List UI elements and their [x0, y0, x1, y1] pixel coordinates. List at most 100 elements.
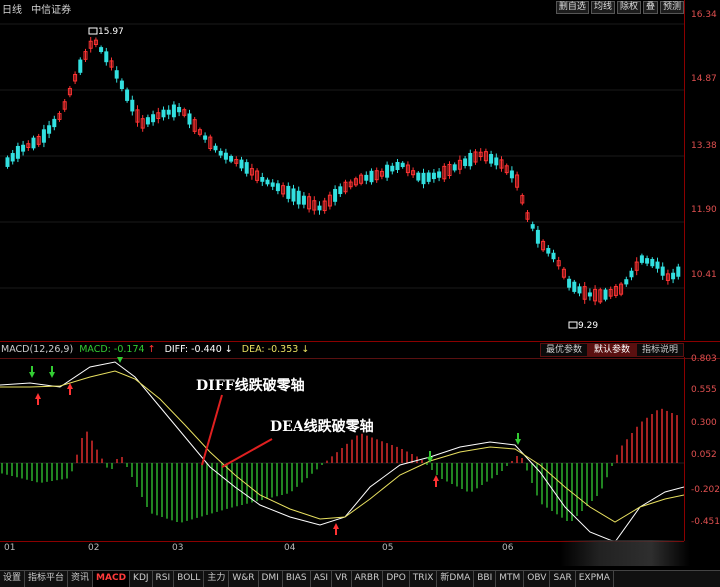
candle-body: [270, 182, 275, 187]
candle-body: [639, 255, 644, 263]
date-tick: 04: [284, 543, 296, 553]
dea-label: DEA:: [241, 344, 265, 355]
candle-body: [567, 278, 572, 288]
candle-body: [260, 177, 265, 182]
candle-body: [660, 266, 665, 276]
indicator-name: MACD(12,26,9): [1, 344, 74, 355]
candle-body: [546, 248, 551, 254]
default-params-tab[interactable]: 默认参数: [587, 343, 636, 357]
indicator-tab-[interactable]: 主力: [204, 571, 230, 587]
low-price-label: 9.29: [578, 321, 598, 331]
price-tick: 11.90: [691, 205, 717, 215]
price-tick: 13.38: [691, 141, 717, 151]
indicator-tab-[interactable]: 设置: [0, 571, 26, 587]
price-tick: 10.41: [691, 270, 717, 280]
candle-body: [535, 229, 540, 244]
buy-arrow-icon: [333, 523, 339, 529]
candle-body: [41, 129, 46, 143]
candle-body: [629, 270, 634, 278]
candle-body: [301, 195, 306, 205]
date-tick: 06: [502, 543, 514, 553]
candle-body: [177, 106, 182, 113]
indicator-tab-bbi[interactable]: BBI: [474, 571, 497, 587]
remove-watchlist-button[interactable]: 删自选: [555, 1, 589, 14]
candle-body: [213, 145, 218, 151]
macd-tick: 0.555: [691, 385, 717, 395]
up-arrow-icon: ↑: [147, 344, 156, 355]
candle-body: [31, 137, 36, 149]
indicator-tab-[interactable]: 资讯: [68, 571, 94, 587]
candle-body: [151, 114, 156, 123]
candle-body: [437, 171, 442, 178]
indicator-tab-obv[interactable]: OBV: [524, 571, 551, 587]
candle-body: [426, 172, 431, 182]
candle-body: [385, 164, 390, 178]
date-tick: 05: [382, 543, 394, 553]
candle-body: [645, 258, 650, 264]
indicator-tab-asi[interactable]: ASI: [311, 571, 333, 587]
sell-arrow-icon: [49, 372, 55, 378]
ex-rights-button[interactable]: 除权: [616, 1, 641, 14]
macd-chart[interactable]: [0, 357, 684, 541]
indicator-tab-expma[interactable]: EXPMA: [576, 571, 614, 587]
optimal-params-tab[interactable]: 最优参数: [539, 343, 588, 357]
candle-body: [577, 286, 582, 294]
candle-body: [509, 170, 514, 179]
diff-annotation: DIFF线跌破零轴: [196, 378, 305, 394]
indicator-tab-bar: 设置 指标平台 资讯 MACD KDJ RSI BOLL 主力 W&R DMI BIAS ASI VR A…: [0, 570, 720, 587]
diff-value: -0.440: [191, 344, 222, 355]
sell-arrow-icon: [515, 439, 521, 445]
indicator-tab-bias[interactable]: BIAS: [283, 571, 311, 587]
indicator-tab-trix[interactable]: TRIX: [410, 571, 438, 587]
candle-body: [489, 154, 494, 164]
indicator-tab-[interactable]: 指标平台: [25, 571, 69, 587]
indicator-tab-mtm[interactable]: MTM: [496, 571, 525, 587]
indicator-tab-wr[interactable]: W&R: [229, 571, 259, 587]
dea-annotation: DEA线跌破零轴: [270, 419, 374, 435]
indicator-tab-rsi[interactable]: RSI: [153, 571, 175, 587]
down-arrow-icon: ↓: [224, 344, 233, 355]
candle-body: [47, 125, 52, 134]
candle-body: [203, 135, 208, 140]
macd-value: -0.174: [113, 344, 145, 355]
indicator-tab-dma[interactable]: 新DMA: [437, 571, 475, 587]
candle-body: [99, 47, 104, 53]
high-price-label: 15.97: [98, 27, 124, 37]
candle-body: [572, 281, 577, 292]
candle-body: [286, 185, 291, 199]
macd-tick: -0.202: [691, 485, 720, 495]
candle-body: [114, 70, 119, 79]
date-tick: 03: [172, 543, 184, 553]
indicator-help-tab[interactable]: 指标说明: [635, 343, 684, 357]
candlestick-chart[interactable]: 15.97 9.29: [0, 14, 684, 340]
indicator-tab-kdj[interactable]: KDJ: [130, 571, 153, 587]
candle-body: [78, 59, 83, 73]
candle-body: [130, 99, 135, 112]
overlay-button[interactable]: 叠: [642, 1, 658, 14]
candle-body: [676, 266, 681, 277]
buy-arrow-icon: [433, 475, 439, 481]
indicator-tab-dmi[interactable]: DMI: [259, 571, 283, 587]
candle-body: [15, 145, 20, 159]
date-tick: 02: [88, 543, 100, 553]
candle-body: [468, 152, 473, 167]
toolbar: 删自选 均线 除权 叠 预测: [555, 1, 684, 14]
indicator-tab-vr[interactable]: VR: [332, 571, 352, 587]
candle-body: [364, 174, 369, 181]
candle-body: [21, 144, 26, 152]
indicator-tab-arbr[interactable]: ARBR: [352, 571, 384, 587]
buy-arrow-icon: [35, 393, 41, 399]
indicator-tab-macd[interactable]: MACD: [93, 571, 131, 587]
indicator-tab-boll[interactable]: BOLL: [174, 571, 205, 587]
candle-body: [551, 252, 556, 260]
diff-label: DIFF:: [164, 344, 189, 355]
candle-body: [671, 272, 676, 280]
indicator-tab-dpo[interactable]: DPO: [383, 571, 410, 587]
indicator-tab-sar[interactable]: SAR: [550, 571, 576, 587]
forecast-button[interactable]: 预测: [659, 1, 684, 14]
moving-average-button[interactable]: 均线: [590, 1, 615, 14]
price-axis: 16.34 14.87 13.38 11.90 10.41: [684, 0, 720, 340]
candle-body: [52, 118, 57, 128]
candle-body: [119, 80, 124, 89]
candle-body: [587, 292, 592, 297]
